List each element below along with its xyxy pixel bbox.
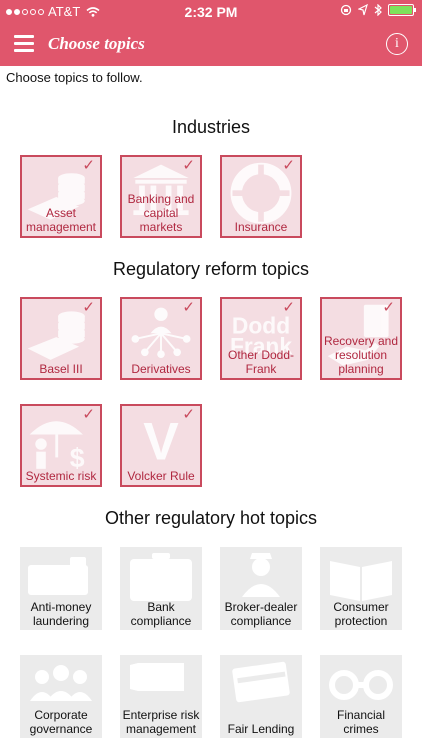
page-title: Choose topics bbox=[48, 34, 145, 53]
tile-label: Insurance bbox=[234, 220, 288, 234]
topic-tile-broker-dealer-compliance[interactable]: Broker-dealer compliance bbox=[220, 547, 302, 630]
topic-tile-banking[interactable]: ✓ Banking and capital markets bbox=[120, 155, 202, 238]
tile-label: Corporate governance bbox=[29, 708, 93, 736]
topic-tile-insurance[interactable]: ✓ Insurance bbox=[220, 155, 302, 238]
topic-tile-other-dodd-frank[interactable]: Dodd Frank ✓ Other Dodd-Frank bbox=[220, 297, 302, 380]
topic-tile-financial-crimes[interactable]: Financial crimes bbox=[320, 655, 402, 738]
topic-tile-basel-iii[interactable]: ✓ Basel III bbox=[20, 297, 102, 380]
tile-label: Financial crimes bbox=[336, 708, 386, 736]
tile-label: Other Dodd-Frank bbox=[227, 348, 295, 376]
menu-icon[interactable] bbox=[14, 35, 34, 53]
tile-label: Recovery and resolution planning bbox=[323, 334, 399, 376]
app-header: Choose topics i bbox=[0, 24, 422, 66]
topic-tile-derivatives[interactable]: ✓ Derivatives bbox=[120, 297, 202, 380]
battery-icon bbox=[388, 4, 416, 16]
topic-tile-fair-lending[interactable]: Fair Lending bbox=[220, 655, 302, 738]
tile-label: Enterprise risk management bbox=[122, 708, 200, 736]
art-text-v: V bbox=[143, 412, 179, 471]
topic-tile-systemic-risk[interactable]: $ ✓ Systemic risk bbox=[20, 404, 102, 487]
checkmark-icon: ✓ bbox=[182, 299, 195, 316]
tile-label: Asset management bbox=[25, 206, 97, 234]
tile-label: Bank compliance bbox=[130, 600, 192, 628]
topic-tile-corporate-governance[interactable]: Corporate governance bbox=[20, 655, 102, 738]
tile-label: Anti-money laundering bbox=[30, 600, 92, 628]
section-title-industries: Industries bbox=[171, 117, 251, 137]
tile-label: Broker-dealer compliance bbox=[224, 600, 298, 628]
topic-tile-volcker-rule[interactable]: V ✓ Volcker Rule bbox=[120, 404, 202, 487]
checkmark-icon: ✓ bbox=[82, 299, 95, 316]
topic-tile-asset-management[interactable]: ✓ Asset management bbox=[20, 155, 102, 238]
tile-label: Banking and capital markets bbox=[127, 192, 195, 234]
tile-label: Consumer protection bbox=[333, 600, 389, 628]
topic-tile-bank-compliance[interactable]: Bank compliance bbox=[120, 547, 202, 630]
topic-tile-anti-money-laundering[interactable]: Anti-money laundering bbox=[20, 547, 102, 630]
orientation-lock-icon bbox=[340, 4, 352, 16]
location-icon bbox=[358, 4, 368, 16]
tile-label: Volcker Rule bbox=[127, 469, 195, 483]
tile-label: Fair Lending bbox=[227, 722, 295, 736]
checkmark-icon: ✓ bbox=[82, 406, 95, 423]
topic-tile-consumer-protection[interactable]: Consumer protection bbox=[320, 547, 402, 630]
section-title-regulatory-reform: Regulatory reform topics bbox=[112, 259, 310, 279]
tile-label: Systemic risk bbox=[25, 469, 97, 483]
topic-tile-enterprise-risk[interactable]: Enterprise risk management bbox=[120, 655, 202, 738]
checkmark-icon: ✓ bbox=[282, 299, 295, 316]
checkmark-icon: ✓ bbox=[382, 299, 395, 316]
topic-tile-recovery-resolution[interactable]: ✓ Recovery and resolution planning bbox=[320, 297, 402, 380]
checkmark-icon: ✓ bbox=[282, 157, 295, 174]
bluetooth-icon bbox=[374, 4, 382, 16]
checkmark-icon: ✓ bbox=[182, 157, 195, 174]
checkmark-icon: ✓ bbox=[182, 406, 195, 423]
checkmark-icon: ✓ bbox=[82, 157, 95, 174]
intro-text: Choose topics to follow. bbox=[6, 70, 143, 85]
info-icon[interactable]: i bbox=[386, 33, 408, 55]
tile-label: Basel III bbox=[39, 362, 83, 376]
tile-label: Derivatives bbox=[131, 362, 191, 376]
status-right bbox=[340, 4, 416, 16]
status-bar: AT&T 2:32 PM bbox=[0, 0, 422, 24]
section-title-other-hot-topics: Other regulatory hot topics bbox=[104, 508, 318, 528]
